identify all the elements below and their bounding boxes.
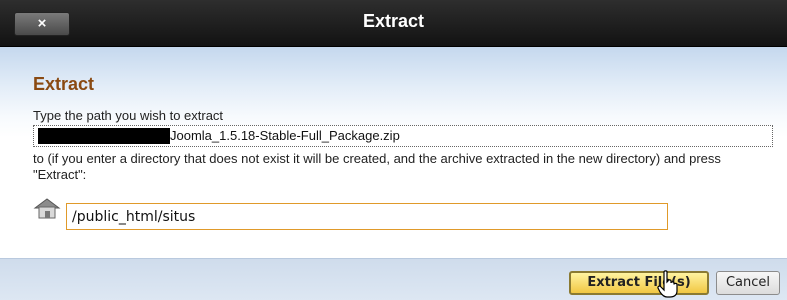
dialog-titlebar: × Extract (0, 0, 787, 47)
hand-pointer-icon (657, 270, 678, 298)
redacted-path-block (38, 128, 170, 144)
extract-files-button[interactable]: Extract File(s) (569, 271, 709, 295)
archive-filename: Joomla_1.5.18-Stable-Full_Package.zip (170, 128, 400, 143)
dialog-body: Extract Type the path you wish to extrac… (0, 47, 787, 258)
section-heading: Extract (33, 74, 95, 94)
explanation-text: to (if you enter a directory that does n… (33, 151, 721, 182)
cancel-button[interactable]: Cancel (716, 271, 780, 295)
dialog-title: Extract (362, 11, 425, 31)
home-icon (33, 198, 61, 219)
extract-path-input[interactable] (66, 203, 668, 230)
archive-path-display: Joomla_1.5.18-Stable-Full_Package.zip (33, 125, 773, 147)
instruction-text: Type the path you wish to extract (33, 108, 224, 123)
